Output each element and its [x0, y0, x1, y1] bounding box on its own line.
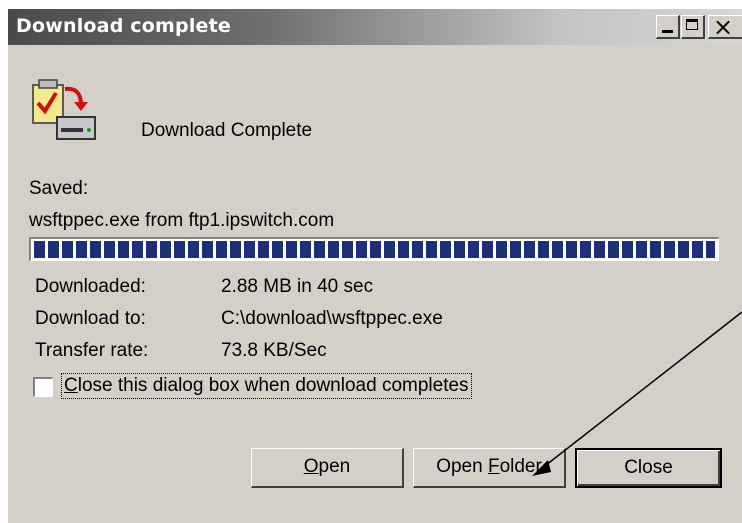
minimize-button[interactable] — [656, 15, 680, 39]
open-button[interactable]: Open — [251, 448, 404, 488]
maximize-icon — [686, 19, 698, 30]
open-accel: O — [303, 456, 319, 477]
download-progress-bar — [29, 237, 719, 261]
close-on-complete-checkbox[interactable] — [33, 377, 53, 397]
saved-file-text: wsftppec.exe from ftp1.ipswitch.com — [29, 210, 335, 231]
close-button[interactable]: Close — [575, 448, 722, 488]
maximize-button[interactable] — [681, 15, 705, 39]
download-complete-icon — [32, 79, 96, 140]
close-on-complete-text: lose this dialog box when download compl… — [77, 375, 469, 396]
close-window-button[interactable]: × — [708, 13, 742, 41]
open-folder-text-end: older — [499, 456, 542, 477]
open-folder-text-start: Open — [436, 456, 488, 477]
downloaded-label: Downloaded: — [35, 276, 146, 297]
close-on-complete-label[interactable]: Close this dialog box when download comp… — [61, 373, 472, 399]
open-folder-accel: F — [487, 456, 500, 477]
transfer-rate-label: Transfer rate: — [35, 340, 149, 361]
transfer-rate-value: 73.8 KB/Sec — [221, 340, 327, 361]
download-dialog: Download complete × — [7, 9, 742, 523]
minimize-icon — [662, 30, 673, 33]
close-icon: × — [713, 13, 734, 41]
title-bar[interactable]: Download complete × — [8, 9, 742, 45]
open-folder-button[interactable]: Open Folder — [413, 448, 566, 488]
close-on-complete-accel: C — [64, 375, 78, 396]
window-title: Download complete — [16, 15, 231, 37]
saved-label: Saved: — [29, 178, 89, 199]
downloaded-value: 2.88 MB in 40 sec — [221, 276, 374, 297]
download-to-value: C:\download\wsftppec.exe — [221, 308, 443, 329]
download-to-label: Download to: — [35, 308, 146, 329]
progress-fill — [34, 241, 715, 258]
open-text: pen — [318, 456, 351, 477]
download-complete-heading: Download Complete — [141, 120, 313, 141]
